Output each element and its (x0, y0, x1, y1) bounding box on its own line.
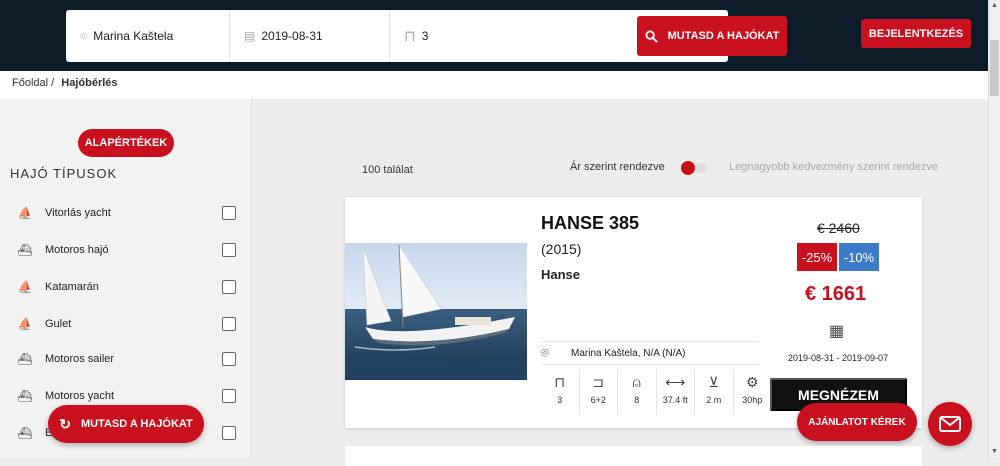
spec-draft: ⊻ 2 m (695, 369, 734, 415)
catamaran-icon: ⛵ (17, 280, 33, 294)
boat-location: Marina Kaštela, N/A (N/A) (571, 347, 686, 359)
breadcrumb: Főoldal / Hajóbérlés (0, 71, 988, 99)
type-row-motoryacht[interactable]: ⛴ Motoros yacht (14, 386, 236, 406)
spec-value: 2 m (706, 395, 722, 405)
top-bar: ⌾ Marina Kaštela ▤ 2019-08-31 ⊓ 3 MUTASD… (0, 0, 988, 71)
scrollbar[interactable]: ▲ ▼ (988, 0, 1000, 458)
location-value: Marina Kaštela (93, 29, 174, 43)
charter-dates: 2019-08-31 - 2019-09-07 (788, 353, 889, 363)
gulet-icon: ⛵ (17, 317, 33, 331)
location-field[interactable]: ⌾ Marina Kaštela (66, 10, 230, 62)
breadcrumb-home[interactable]: Főoldal / (12, 77, 54, 89)
breadcrumb-current: Hajóbérlés (61, 77, 118, 89)
draft-icon: ⊻ (708, 374, 719, 390)
scroll-up-icon[interactable]: ▲ (989, 0, 1000, 12)
type-checkbox[interactable] (222, 280, 236, 294)
guests-value: 3 (421, 29, 429, 43)
scrollbar-thumb[interactable] (990, 40, 999, 96)
floating-show-boats-label: MUTASD A HAJÓKAT (80, 418, 193, 430)
spec-value: 3 (557, 395, 563, 405)
type-row-gulet[interactable]: ⛵ Gulet (14, 314, 236, 334)
spec-value: 30hp (742, 395, 763, 405)
type-checkbox[interactable] (222, 317, 236, 331)
person-icon: ⍝ (632, 374, 641, 390)
spec-engine: ⚙ 30hp (734, 369, 772, 415)
date-value: 2019-08-31 (261, 29, 323, 43)
engine-icon: ⚙ (745, 374, 759, 390)
spec-persons: ⍝ 8 (618, 369, 657, 415)
boat-specs: ⊓ 3 ⊐ 6+2 ⍝ 8 ⟷ 37.4 ft ⊻ 2 m ⚙ 30hp (541, 369, 771, 415)
boat-types-title: HAJÓ TÍPUSOK (10, 166, 118, 181)
boat-year: (2015) (541, 241, 582, 257)
calendar-icon: ▦ (829, 323, 845, 340)
calendar-icon: ▤ (244, 29, 256, 43)
old-price: € 2460 (817, 220, 860, 236)
length-icon: ⟷ (665, 374, 686, 390)
show-boats-button[interactable]: MUTASD A HAJÓKAT (637, 16, 787, 56)
boat-photo[interactable] (345, 243, 527, 380)
type-checkbox[interactable] (222, 352, 236, 366)
location-pin-icon: ⌾ (80, 28, 88, 43)
type-label: Katamarán (45, 281, 99, 293)
show-boats-label: MUTASD A HAJÓKAT (667, 30, 780, 42)
motorsailer-icon: ⛴ (17, 352, 33, 366)
type-checkbox[interactable] (222, 389, 236, 403)
boat-name[interactable]: HANSE 385 (541, 213, 639, 234)
type-checkbox[interactable] (222, 243, 236, 257)
sort-by-price-label: Ár szerint rendezve (570, 161, 665, 173)
spec-berths: ⊐ 6+2 (580, 369, 618, 415)
sort-toggle-knob (681, 161, 695, 175)
type-row-catamaran[interactable]: ⛵ Katamarán (14, 277, 236, 297)
login-button[interactable]: BEJELENTKEZÉS (861, 19, 971, 48)
date-field[interactable]: ▤ 2019-08-31 (230, 10, 390, 62)
type-row-motorboat[interactable]: ⛴ Motoros hajó (14, 240, 236, 260)
spec-value: 37.4 ft (662, 395, 688, 405)
sort-toggle[interactable] (681, 161, 707, 175)
guests-field[interactable]: ⊓ 3 (390, 10, 570, 62)
result-count: 100 találat (362, 164, 413, 176)
type-checkbox[interactable] (222, 426, 236, 440)
cabin-door-icon: ⊓ (404, 28, 416, 45)
motoryacht-icon: ⛴ (17, 389, 33, 403)
search-icon (645, 29, 658, 43)
current-price: € 1661 (805, 283, 867, 305)
scroll-down-icon[interactable]: ▼ (989, 446, 1000, 458)
boat-brand: Hanse (541, 267, 581, 282)
sailboat-icon: ⛵ (17, 206, 33, 220)
type-label: Motoros hajó (45, 244, 109, 256)
sort-by-discount-label[interactable]: Legnagyobb kedvezmény szerint rendezve (729, 161, 938, 173)
type-label: Motoros sailer (45, 353, 115, 365)
discount-badge-red: -25% (797, 243, 837, 271)
spec-length: ⟷ 37.4 ft (657, 369, 695, 415)
mail-icon (939, 416, 961, 432)
type-checkbox[interactable] (222, 206, 236, 220)
motorboat-icon: ⛴ (17, 243, 33, 257)
cabin-door-icon: ⊓ (554, 374, 566, 390)
location-pin-icon: ⌾ (541, 345, 549, 360)
boat-card[interactable]: HANSE 385 (2015) Hanse ⌾ Marina Kaštela,… (345, 197, 922, 428)
request-quote-button[interactable]: AJÁNLATOT KÉREK (797, 403, 917, 441)
mail-button[interactable] (928, 402, 972, 446)
type-label: Motoros yacht (45, 390, 115, 402)
search-box: ⌾ Marina Kaštela ▤ 2019-08-31 ⊓ 3 MUTASD… (66, 10, 787, 62)
type-row-sailing-yacht[interactable]: ⛵ Vitorlás yacht (14, 203, 236, 223)
spec-value: 6+2 (590, 395, 606, 405)
boat-card-next[interactable] (345, 446, 922, 466)
discount-badge-blue: -10% (839, 243, 879, 271)
reset-filters-button[interactable]: ALAPÉRTÉKEK (78, 129, 174, 157)
type-label: Gulet (45, 318, 72, 330)
spec-cabins: ⊓ 3 (541, 369, 580, 415)
type-label: Vitorlás yacht (45, 207, 111, 219)
refresh-icon: ↻ (59, 415, 71, 432)
boat-icon: ⛴ (17, 426, 33, 440)
floating-show-boats-button[interactable]: ↻ MUTASD A HAJÓKAT (48, 405, 204, 443)
type-row-motorsailer[interactable]: ⛴ Motoros sailer (14, 349, 236, 369)
boat-location-row: ⌾ Marina Kaštela, N/A (N/A) (541, 341, 759, 365)
bed-icon: ⊐ (592, 374, 605, 390)
spec-value: 8 (634, 395, 640, 405)
